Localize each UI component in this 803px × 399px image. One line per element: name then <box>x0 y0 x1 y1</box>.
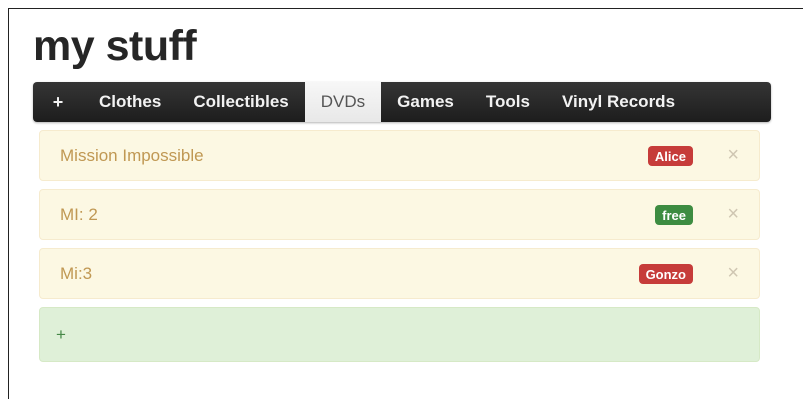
item-title: MI: 2 <box>60 204 98 224</box>
category-navbar: + Clothes Collectibles DVDs Games Tools … <box>33 82 771 122</box>
list-item[interactable]: Mi:3 Gonzo × <box>39 248 760 299</box>
tab-clothes[interactable]: Clothes <box>83 82 177 122</box>
close-icon[interactable]: × <box>727 131 739 180</box>
tab-collectibles[interactable]: Collectibles <box>177 82 304 122</box>
close-icon[interactable]: × <box>727 190 739 239</box>
item-title: Mi:3 <box>60 263 93 283</box>
app-frame: my stuff + Clothes Collectibles DVDs Gam… <box>8 8 803 399</box>
tab-tools[interactable]: Tools <box>470 82 546 122</box>
owner-badge: Alice <box>647 146 693 166</box>
tab-games[interactable]: Games <box>381 82 470 122</box>
status-badge: free <box>655 205 693 225</box>
add-category-button[interactable]: + <box>33 82 83 122</box>
plus-icon: + <box>56 324 66 344</box>
list-item[interactable]: Mission Impossible Alice × <box>39 130 760 181</box>
tab-dvds[interactable]: DVDs <box>304 82 382 122</box>
item-list: Mission Impossible Alice × MI: 2 free × … <box>39 130 760 362</box>
list-item[interactable]: MI: 2 free × <box>39 189 760 240</box>
owner-badge: Gonzo <box>638 264 693 284</box>
tab-vinyl-records[interactable]: Vinyl Records <box>546 82 691 122</box>
close-icon[interactable]: × <box>727 249 739 298</box>
item-title: Mission Impossible <box>60 145 204 165</box>
add-item-button[interactable]: + <box>39 307 760 362</box>
page-title: my stuff <box>33 22 197 70</box>
